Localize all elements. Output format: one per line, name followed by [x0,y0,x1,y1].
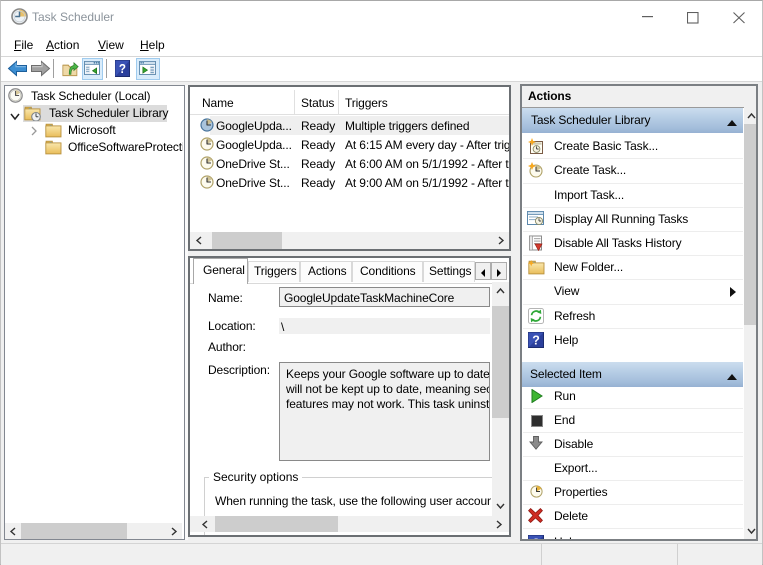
svg-text:?: ? [532,536,540,541]
svg-text:?: ? [119,62,126,77]
svg-text:?: ? [532,333,540,347]
